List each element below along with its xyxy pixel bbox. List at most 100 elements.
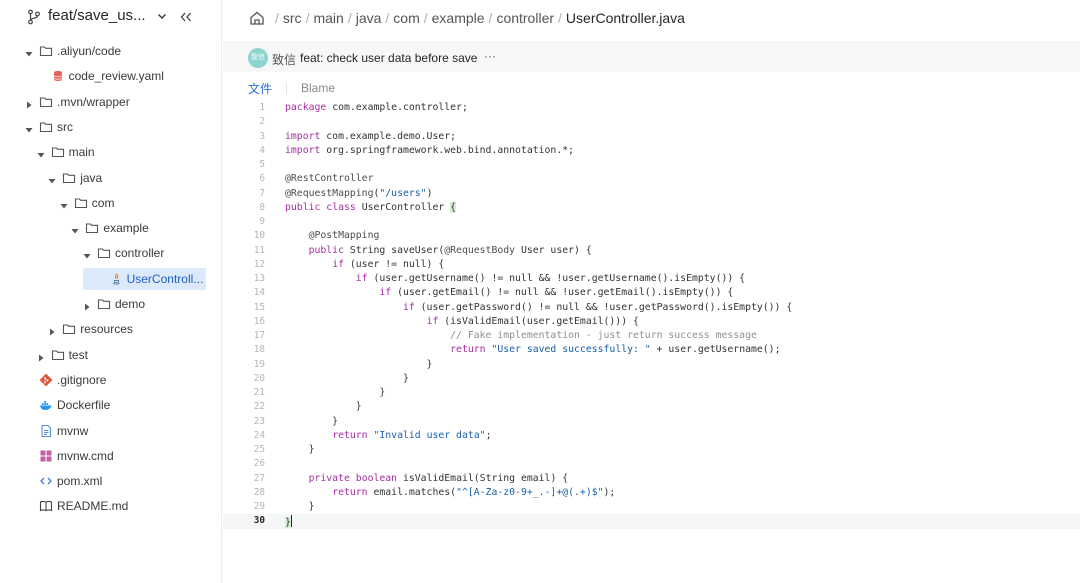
code-text[interactable]: public String saveUser(@RequestBody User… [285,245,592,256]
code-text[interactable]: public class UserController { [285,201,457,213]
chevron-down-icon[interactable] [59,198,69,209]
tree-file[interactable]: README.md [0,495,222,517]
chevron-down-icon[interactable] [156,10,168,22]
line-number[interactable]: 24 [223,430,265,441]
tree-file[interactable]: Dockerfile [0,394,222,416]
code-line[interactable]: 13 if (user.getUsername() != null && !us… [223,272,1080,286]
tree-folder[interactable]: controller [0,242,222,264]
line-number[interactable]: 6 [223,173,265,184]
code-line[interactable]: 11 public String saveUser(@RequestBody U… [223,244,1080,258]
code-line[interactable]: 25 } [223,443,1080,457]
tree-folder[interactable]: .mvn/wrapper [0,91,222,113]
line-number[interactable]: 26 [223,458,265,469]
code-text[interactable]: } [285,401,362,412]
code-text[interactable]: // Fake implementation - just return suc… [285,330,757,341]
line-number[interactable]: 22 [223,401,265,412]
chevron-down-icon[interactable] [82,248,92,259]
code-line[interactable]: 22 } [223,400,1080,414]
code-line[interactable]: 18 return "User saved successfully: " + … [223,343,1080,357]
code-text[interactable]: } [285,373,409,384]
code-view[interactable]: 1 package com.example.controller; 2 3 import… [223,101,1080,531]
line-number[interactable]: 5 [223,159,265,170]
code-line[interactable]: 16 if (isValidEmail(user.getEmail())) { [223,315,1080,329]
line-number[interactable]: 25 [223,444,265,455]
tab-blame[interactable]: Blame [301,81,335,95]
code-line[interactable]: 15 if (user.getPassword() != null && !us… [223,301,1080,315]
line-number[interactable]: 9 [223,216,265,227]
breadcrumb-segment[interactable]: com [393,10,419,26]
code-text[interactable]: if (user != null) { [285,259,444,270]
code-text[interactable]: return "User saved successfully: " + use… [285,344,780,355]
code-line[interactable]: 6 @RestController [223,172,1080,186]
code-text[interactable]: return "Invalid user data"; [285,430,491,441]
code-line[interactable]: 17 // Fake implementation - just return … [223,329,1080,343]
code-line[interactable]: 30} [223,514,1080,529]
line-number[interactable]: 8 [223,202,265,213]
chevron-down-icon[interactable] [36,147,46,158]
line-number[interactable]: 30 [223,515,265,526]
line-number[interactable]: 1 [223,102,265,113]
code-text[interactable]: package com.example.controller; [285,102,468,113]
code-line[interactable]: 19 } [223,358,1080,372]
line-number[interactable]: 4 [223,145,265,156]
code-line[interactable]: 27 private boolean isValidEmail(String e… [223,472,1080,486]
code-line[interactable]: 7 @RequestMapping("/users") [223,187,1080,201]
code-text[interactable]: return email.matches("^[A-Za-z0-9+_.-]+@… [285,487,615,498]
tree-folder[interactable]: .aliyun/code [0,40,222,62]
chevron-down-icon[interactable] [70,223,80,234]
collapse-sidebar-icon[interactable] [179,10,193,24]
line-number[interactable]: 23 [223,416,265,427]
chevron-right-icon[interactable] [24,97,34,109]
chevron-down-icon[interactable] [47,173,57,183]
line-number[interactable]: 10 [223,230,265,241]
breadcrumb-segment[interactable]: controller [496,10,554,26]
code-line[interactable]: 20 } [223,372,1080,386]
chevron-right-icon[interactable] [47,324,57,336]
tree-file[interactable]: .gitignore [0,369,222,391]
code-line[interactable]: 8 public class UserController { [223,201,1080,215]
breadcrumb-segment[interactable]: example [432,10,485,26]
tree-folder[interactable]: demo [0,293,222,315]
line-number[interactable]: 15 [223,302,265,313]
line-number[interactable]: 7 [223,188,265,199]
tree-folder[interactable]: src [0,116,222,138]
more-options-button[interactable]: ··· [480,47,500,67]
code-line[interactable]: 2 [223,115,1080,129]
code-line[interactable]: 14 if (user.getEmail() != null && !user.… [223,286,1080,300]
line-number[interactable]: 13 [223,273,265,284]
code-line[interactable]: 28 return email.matches("^[A-Za-z0-9+_.-… [223,486,1080,500]
line-number[interactable]: 19 [223,359,265,370]
tree-file[interactable]: code_review.yaml [0,65,222,87]
breadcrumb-segment[interactable]: java [356,10,382,26]
branch-selector[interactable]: feat/save_us... [48,7,146,24]
code-line[interactable]: 9 [223,215,1080,229]
line-number[interactable]: 27 [223,473,265,484]
code-line[interactable]: 3 import com.example.demo.User; [223,130,1080,144]
code-text[interactable]: } [285,416,338,427]
line-number[interactable]: 2 [223,116,265,127]
line-number[interactable]: 29 [223,501,265,512]
code-text[interactable]: @RequestMapping("/users") [285,188,432,199]
tree-file[interactable]: mvnw [0,420,222,442]
code-line[interactable]: 10 @PostMapping [223,229,1080,243]
line-number[interactable]: 18 [223,344,265,355]
code-line[interactable]: 24 return "Invalid user data"; [223,429,1080,443]
avatar[interactable]: 致信 [248,48,268,68]
code-line[interactable]: 1 package com.example.controller; [223,101,1080,115]
line-number[interactable]: 21 [223,387,265,398]
code-line[interactable]: 21 } [223,386,1080,400]
chevron-right-icon[interactable] [36,350,46,362]
code-text[interactable]: import org.springframework.web.bind.anno… [285,145,574,156]
tree-folder[interactable]: example [0,217,222,239]
code-line[interactable]: 5 [223,158,1080,172]
line-number[interactable]: 28 [223,487,265,498]
line-number[interactable]: 11 [223,245,265,256]
tree-file[interactable]: pom.xml [0,470,222,492]
code-text[interactable]: if (isValidEmail(user.getEmail())) { [285,316,639,327]
tree-folder[interactable]: test [0,344,222,366]
code-text[interactable]: } [285,515,292,529]
code-text[interactable]: } [285,501,315,512]
tree-file[interactable]: mvnw.cmd [0,445,222,467]
code-text[interactable]: } [285,359,433,370]
code-line[interactable]: 4 import org.springframework.web.bind.ann… [223,144,1080,158]
